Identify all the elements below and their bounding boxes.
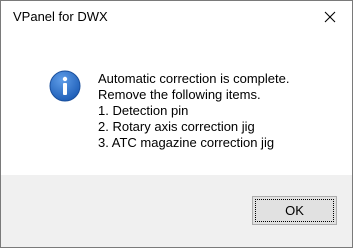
button-bar: OK — [1, 175, 352, 247]
message-line: Remove the following items. — [98, 87, 261, 102]
message-line: 2. Rotary axis correction jig — [98, 119, 255, 134]
message-line: 1. Detection pin — [98, 103, 189, 118]
window-title: VPanel for DWX — [13, 9, 108, 24]
title-bar: VPanel for DWX — [1, 1, 352, 33]
message-text: Automatic correction is complete. Remove… — [98, 71, 289, 151]
message-area: Automatic correction is complete. Remove… — [1, 33, 352, 175]
message-line: Automatic correction is complete. — [98, 71, 290, 86]
message-dialog: VPanel for DWX Automatic correction is c… — [0, 0, 353, 248]
ok-button[interactable]: OK — [252, 196, 337, 225]
close-icon — [324, 11, 336, 23]
message-line: 3. ATC magazine correction jig — [98, 135, 275, 150]
info-icon — [49, 70, 81, 102]
close-button[interactable] — [308, 1, 352, 33]
